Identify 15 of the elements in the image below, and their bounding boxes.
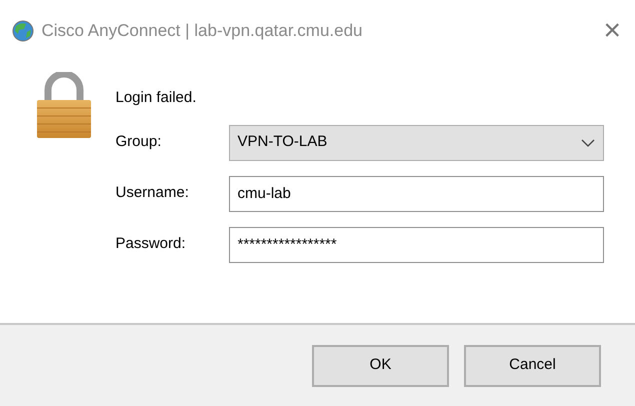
field-label: Username: — [116, 183, 190, 204]
globe-icon — [12, 20, 34, 42]
close-button[interactable]: × — [599, 16, 625, 46]
input-field[interactable]: cmu-lab — [228, 176, 604, 212]
cancel-button[interactable]: Cancel — [464, 344, 601, 386]
chevron-down-icon — [580, 138, 594, 146]
padlock-icon — [35, 72, 93, 140]
dropdown-value: VPN-TO-LAB — [238, 132, 328, 152]
group-dropdown[interactable]: VPN-TO-LAB — [228, 124, 604, 160]
field-label: Password: — [116, 234, 187, 254]
ok-button[interactable]: OK — [312, 344, 449, 386]
field-label: Group: — [116, 132, 162, 152]
status-message: Login failed. — [116, 88, 198, 108]
input-field[interactable]: ***************** — [228, 226, 604, 262]
window-title: Cisco AnyConnect | lab-vpn.qatar.cmu.edu — [42, 20, 364, 42]
